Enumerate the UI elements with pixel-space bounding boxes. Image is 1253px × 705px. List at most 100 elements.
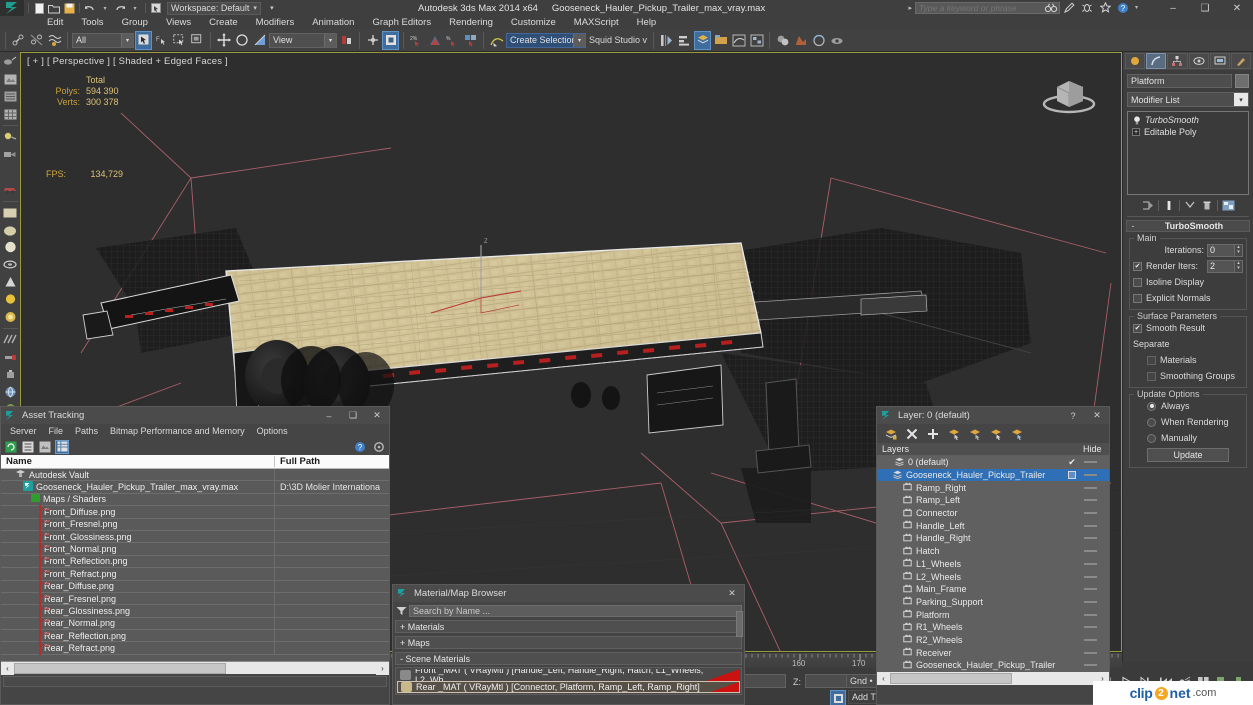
layer-row[interactable]: Ramp_Right (877, 481, 1109, 494)
angle-snap-toggle-icon[interactable] (382, 30, 399, 50)
redo-dropdown-icon[interactable]: ▾ (128, 1, 142, 15)
layer-hide-cell[interactable] (1081, 626, 1109, 629)
tab-hierarchy[interactable] (1167, 53, 1188, 69)
new-file-icon[interactable] (32, 1, 46, 15)
chevron-down-icon[interactable]: ▾ (324, 33, 336, 47)
layer-row[interactable]: Parking_Support (877, 596, 1109, 609)
layer-hide-cell[interactable] (1081, 600, 1109, 603)
menu-item-file[interactable]: File (43, 426, 70, 436)
layer-row[interactable]: 0 (default) ✔ (877, 456, 1109, 469)
asset-row[interactable]: Front_Fresnel.png (1, 517, 389, 532)
menu-item-animation[interactable]: Animation (303, 16, 363, 29)
list-icon[interactable] (2, 89, 19, 105)
section-materials[interactable]: + Materials (395, 620, 742, 633)
stack-item-turbosmooth[interactable]: TurboSmooth (1130, 114, 1246, 126)
minimize-button[interactable]: – (317, 407, 341, 424)
car-icon[interactable] (2, 181, 19, 197)
scroll-right-icon[interactable]: › (376, 661, 389, 675)
object-name-field[interactable]: Platform (1127, 74, 1232, 88)
hatch-icon[interactable] (2, 332, 19, 348)
bitmap-view-icon[interactable] (38, 440, 52, 454)
asset-row[interactable]: Front_Diffuse.png (1, 504, 389, 519)
manage-layers-icon[interactable]: % (444, 31, 461, 50)
save-file-icon[interactable] (62, 1, 76, 15)
chevron-down-icon[interactable]: ▾ (573, 33, 585, 47)
menu-item-bitmap-performance[interactable]: Bitmap Performance and Memory (104, 426, 251, 436)
menu-item-server[interactable]: Server (4, 426, 43, 436)
layer-dialog[interactable]: Layer: 0 (default) ? ✕ Layers Hide 0 (de… (876, 406, 1110, 705)
close-button[interactable]: ✕ (720, 585, 744, 602)
materials-row[interactable]: Materials (1133, 353, 1243, 367)
layer-row[interactable]: R2_Wheels (877, 634, 1109, 647)
layer-hide-cell[interactable] (1081, 524, 1109, 527)
asset-row[interactable]: Rear_Normal.png (1, 616, 389, 631)
asset-row[interactable]: Front_Refract.png (1, 566, 389, 581)
star-icon[interactable] (1099, 1, 1112, 14)
material-browser-titlebar[interactable]: Material/Map Browser ✕ (393, 585, 744, 602)
set-key-toggle-button[interactable] (830, 690, 846, 705)
update-manually-row[interactable]: Manually (1133, 431, 1243, 445)
tab-create[interactable] (1125, 53, 1146, 69)
chevron-down-icon[interactable]: ▾ (121, 33, 133, 47)
select-by-name-icon[interactable]: F (153, 31, 170, 50)
expand-icon[interactable]: + (1132, 128, 1140, 136)
binoculars-icon[interactable] (1045, 1, 1058, 14)
layer-hide-cell[interactable] (1081, 537, 1109, 540)
asset-row[interactable]: Rear_Diffuse.png (1, 579, 389, 594)
help-dropdown-icon[interactable]: ▾ (1135, 4, 1138, 11)
render-iters-spinner[interactable]: ▴ ▾ (1235, 259, 1243, 273)
help-icon[interactable]: ? (353, 440, 367, 454)
help-button[interactable]: ? (1061, 407, 1085, 424)
select-and-link-icon[interactable] (10, 31, 27, 50)
isoline-display-checkbox[interactable] (1133, 277, 1142, 287)
material-item[interactable]: Front _MAT ( VRayMtl ) [Handle_Left, Han… (397, 669, 740, 681)
window-crossing-toggle-icon[interactable] (189, 31, 206, 50)
menu-item-modifiers[interactable]: Modifiers (247, 16, 304, 29)
layer-hscrollbar[interactable]: ‹ › (877, 672, 1109, 685)
configure-sets-icon[interactable] (1221, 198, 1235, 212)
close-button[interactable]: ✕ (1085, 407, 1109, 424)
mirror-tool-icon[interactable] (658, 31, 675, 50)
iterations-spinner[interactable]: ▴ ▾ (1235, 243, 1243, 257)
workspace-selector[interactable]: Workspace: Default ▾ (167, 1, 261, 15)
asset-row[interactable]: Front_Normal.png (1, 542, 389, 557)
iterations-value[interactable]: 0 (1207, 243, 1235, 257)
menu-item-customize[interactable]: Customize (502, 16, 565, 29)
tab-motion[interactable] (1188, 53, 1209, 69)
explicit-normals-row[interactable]: Explicit Normals (1133, 291, 1243, 305)
render-production-icon[interactable] (828, 31, 845, 50)
asset-row[interactable]: Front_Reflection.png (1, 554, 389, 569)
layer-hide-cell[interactable] (1081, 613, 1109, 616)
align-tool-icon[interactable] (676, 31, 693, 50)
asset-tracking-dialog[interactable]: Asset Tracking – ❑ ✕ Server File Paths B… (0, 406, 390, 705)
filter-icon[interactable] (395, 605, 407, 616)
mirror-icon[interactable]: 2% (408, 31, 425, 50)
rendered-frame-window-icon[interactable] (810, 31, 827, 50)
layer-hide-cell[interactable] (1081, 562, 1109, 565)
bind-to-space-warp-icon[interactable] (46, 31, 63, 50)
layer-row[interactable]: R1_Wheels (877, 621, 1109, 634)
camera-icon[interactable] (2, 147, 19, 163)
layer-hide-cell[interactable] (1081, 575, 1109, 578)
menu-item-group[interactable]: Group (113, 16, 157, 29)
create-new-layer-icon[interactable] (884, 427, 898, 441)
show-end-result-icon[interactable] (1162, 198, 1176, 212)
select-highlighted-layer-icon[interactable] (1010, 427, 1024, 441)
help-circle-icon[interactable]: ? (1117, 1, 1130, 14)
layer-row[interactable]: L2_Wheels (877, 570, 1109, 583)
isoline-display-row[interactable]: Isoline Display (1133, 275, 1243, 289)
asset-row[interactable]: Rear_Reflection.png (1, 628, 389, 643)
add-to-layer-icon[interactable] (926, 427, 940, 441)
layer-row[interactable]: Ramp_Left (877, 494, 1109, 507)
named-selection-set-combo[interactable]: Create Selection Set ▾ (506, 32, 586, 48)
make-unique-icon[interactable] (1183, 198, 1197, 212)
asset-row[interactable]: Rear_Fresnel.png (1, 591, 389, 606)
layer-row[interactable]: L1_Wheels (877, 558, 1109, 571)
asset-row[interactable]: Maps / Shaders (1, 493, 389, 507)
update-when-rendering-radio[interactable] (1147, 417, 1156, 427)
globe-icon[interactable] (2, 384, 19, 400)
layer-check-cell[interactable]: ✔ (1063, 457, 1081, 468)
render-setup-icon[interactable] (792, 31, 809, 50)
chevron-down-icon[interactable]: ▾ (1234, 93, 1248, 106)
undo-icon[interactable] (83, 1, 97, 15)
